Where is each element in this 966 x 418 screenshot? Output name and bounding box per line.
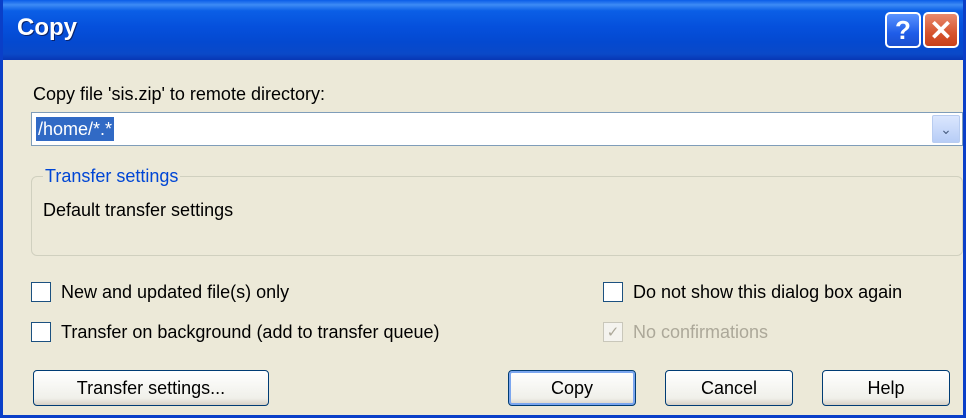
no-confirmations-label: No confirmations xyxy=(633,322,769,342)
help-title-button[interactable]: ? xyxy=(885,12,921,48)
help-button[interactable]: Help xyxy=(822,370,950,406)
dropdown-button[interactable]: ⌄ xyxy=(932,115,960,143)
question-icon: ? xyxy=(895,14,911,45)
copy-button[interactable]: Copy xyxy=(508,370,636,406)
close-icon: ✕ xyxy=(929,14,953,46)
cancel-button[interactable]: Cancel xyxy=(665,370,793,406)
dont-show-again-checkbox[interactable] xyxy=(603,282,623,302)
dont-show-again-label[interactable]: Do not show this dialog box again xyxy=(633,282,902,303)
dialog-title: Copy xyxy=(17,14,77,41)
title-bar[interactable]: Copy ? ✕ xyxy=(3,0,963,60)
copy-dialog: Copy ? ✕ Copy file 'sis.zip' to remote d… xyxy=(0,0,966,418)
transfer-settings-button[interactable]: Transfer settings... xyxy=(33,370,269,406)
checkmark-icon: ✓ xyxy=(606,324,620,341)
transfer-settings-legend: Transfer settings xyxy=(43,166,181,187)
no-confirmations-checkbox: ✓ xyxy=(603,322,623,342)
destination-label: Copy file 'sis.zip' to remote directory: xyxy=(33,84,325,104)
chevron-down-icon: ⌄ xyxy=(940,120,952,137)
remote-directory-combobox[interactable]: /home/*.* ⌄ xyxy=(31,112,963,146)
background-transfer-label[interactable]: Transfer on background (add to transfer … xyxy=(61,322,440,343)
close-button[interactable]: ✕ xyxy=(923,12,959,48)
new-updated-only-label[interactable]: New and updated file(s) only xyxy=(61,282,289,303)
background-transfer-checkbox[interactable] xyxy=(31,322,51,342)
new-updated-only-checkbox[interactable] xyxy=(31,282,51,302)
remote-directory-value[interactable]: /home/*.* xyxy=(36,117,115,141)
transfer-settings-summary: Default transfer settings xyxy=(43,200,234,220)
